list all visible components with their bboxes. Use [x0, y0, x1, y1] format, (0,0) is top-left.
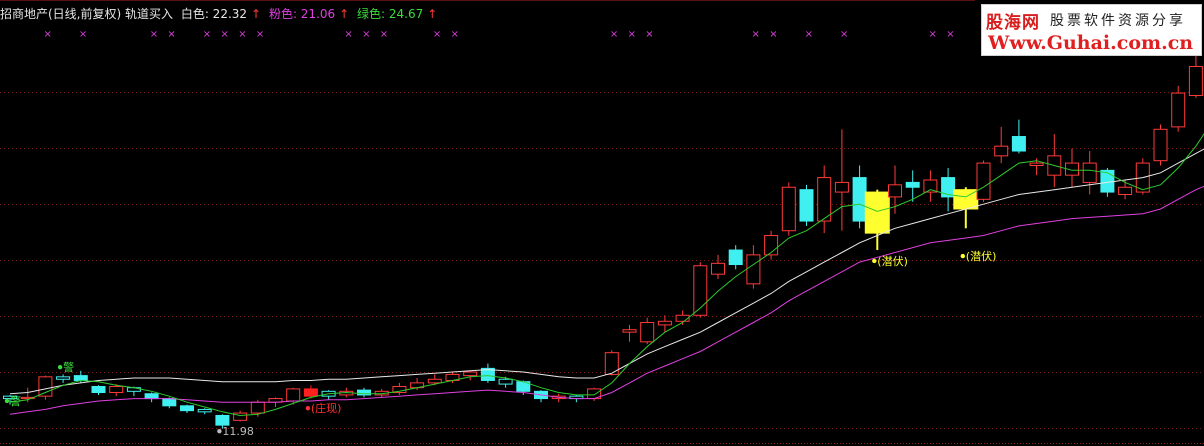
candle-body: [286, 388, 301, 402]
candle-body: [215, 414, 230, 426]
candle-body: [144, 393, 159, 400]
signal-x-marker: ×: [150, 29, 158, 40]
candle-body: [1011, 136, 1026, 152]
candle-body: [56, 376, 71, 380]
annotation-dot: [872, 258, 877, 264]
candle-body: [463, 371, 478, 377]
signal-x-marker: ×: [221, 29, 229, 40]
signal-x-marker: ×: [645, 29, 653, 40]
candle-body: [180, 405, 194, 412]
signal-x-marker: ×: [752, 29, 760, 40]
signal-x-marker: ×: [256, 29, 264, 40]
signal-x-marker: ×: [167, 29, 175, 40]
candle-body: [1188, 65, 1203, 96]
signal-x-marker: ×: [628, 29, 636, 40]
candle-body: [1118, 186, 1133, 195]
annotation-label: (庄现): [311, 401, 342, 415]
candle-body: [864, 191, 890, 234]
pink-line-value: 粉色: 21.06: [268, 7, 336, 21]
annotation-dot: [305, 406, 311, 411]
candle-body: [640, 321, 655, 343]
signal-x-marker: ×: [610, 29, 618, 40]
signal-x-marker: ×: [805, 29, 813, 40]
candle-body: [498, 378, 513, 385]
candlestick-chart: ×××××××××××××××××××××××××××××警警11.98(庄现)…: [0, 0, 1204, 444]
annotation-dot: [960, 253, 965, 259]
signal-x-marker: ×: [362, 29, 370, 40]
logo-brand: 股海网: [986, 13, 1040, 33]
candle-body: [746, 254, 761, 285]
candle-body: [657, 320, 672, 326]
signal-x-marker: ×: [433, 29, 441, 40]
white-line-value: 白色: 22.32: [180, 7, 248, 21]
candle-body: [711, 262, 725, 275]
signal-x-marker: ×: [203, 29, 211, 40]
candle-body: [976, 162, 991, 200]
signal-x-marker: ×: [79, 29, 87, 40]
annotation-dot: [4, 398, 10, 404]
chart-header: 招商地产(日线,前复权) 轨道买入 白色: 22.32 ↑ 粉色: 21.06 ↑ …: [0, 5, 441, 22]
candle-body: [73, 375, 88, 381]
signal-x-marker: ×: [344, 29, 352, 40]
candle-body: [1100, 169, 1115, 193]
candle-body: [1153, 128, 1168, 162]
up-arrow-icon: ↑: [339, 7, 350, 21]
candle-body: [888, 184, 902, 198]
candle-body: [162, 398, 177, 407]
logo-slogan: 股票软件资源分享: [1050, 13, 1186, 29]
candle-body: [427, 378, 442, 384]
candle-body: [91, 385, 106, 394]
candle-body: [1171, 92, 1186, 128]
candle-body: [728, 249, 743, 266]
annotation-dot: [57, 364, 63, 370]
signal-x-marker: ×: [380, 29, 388, 40]
candle-body: [852, 177, 867, 222]
annotation-label: 警: [63, 360, 74, 374]
annotation-label: 11.98: [222, 425, 254, 438]
annotation-label: (潜伏): [877, 254, 908, 268]
candle-body: [197, 408, 212, 413]
signal-x-marker: ×: [769, 29, 777, 40]
green-line-value: 绿色: 24.67: [357, 7, 424, 21]
signal-x-marker: ×: [238, 29, 246, 40]
candle-body: [357, 389, 371, 396]
candle-body: [994, 145, 1009, 157]
signal-x-marker: ×: [929, 29, 937, 40]
candle-body: [834, 181, 849, 193]
candle-body: [250, 401, 265, 414]
signal-x-marker: ×: [44, 29, 52, 40]
watermark-logo: 股海网 股票软件资源分享 Www.Guhai.com.cn: [981, 4, 1202, 56]
candle-body: [905, 181, 920, 188]
candle-body: [109, 385, 124, 394]
up-arrow-icon: ↑: [251, 7, 262, 21]
candle-body: [1082, 162, 1097, 183]
candle-body: [817, 177, 832, 222]
signal-x-marker: ×: [451, 29, 459, 40]
up-arrow-icon: ↑: [427, 7, 438, 21]
candle-body: [781, 186, 796, 232]
candle-body: [1029, 162, 1044, 167]
candle-body: [303, 388, 318, 397]
chart-title: 招商地产(日线,前复权) 轨道买入: [0, 7, 173, 21]
annotation-dot: [217, 428, 222, 434]
candle-body: [622, 329, 637, 333]
signal-x-marker: ×: [946, 29, 954, 40]
candle-body: [38, 376, 53, 397]
candle-body: [799, 189, 814, 222]
annotation-label: 警: [10, 394, 21, 408]
signal-x-marker: ×: [840, 29, 848, 40]
logo-url: Www.Guhai.com.cn: [988, 32, 1194, 54]
annotation-label: (潜伏): [966, 249, 997, 263]
